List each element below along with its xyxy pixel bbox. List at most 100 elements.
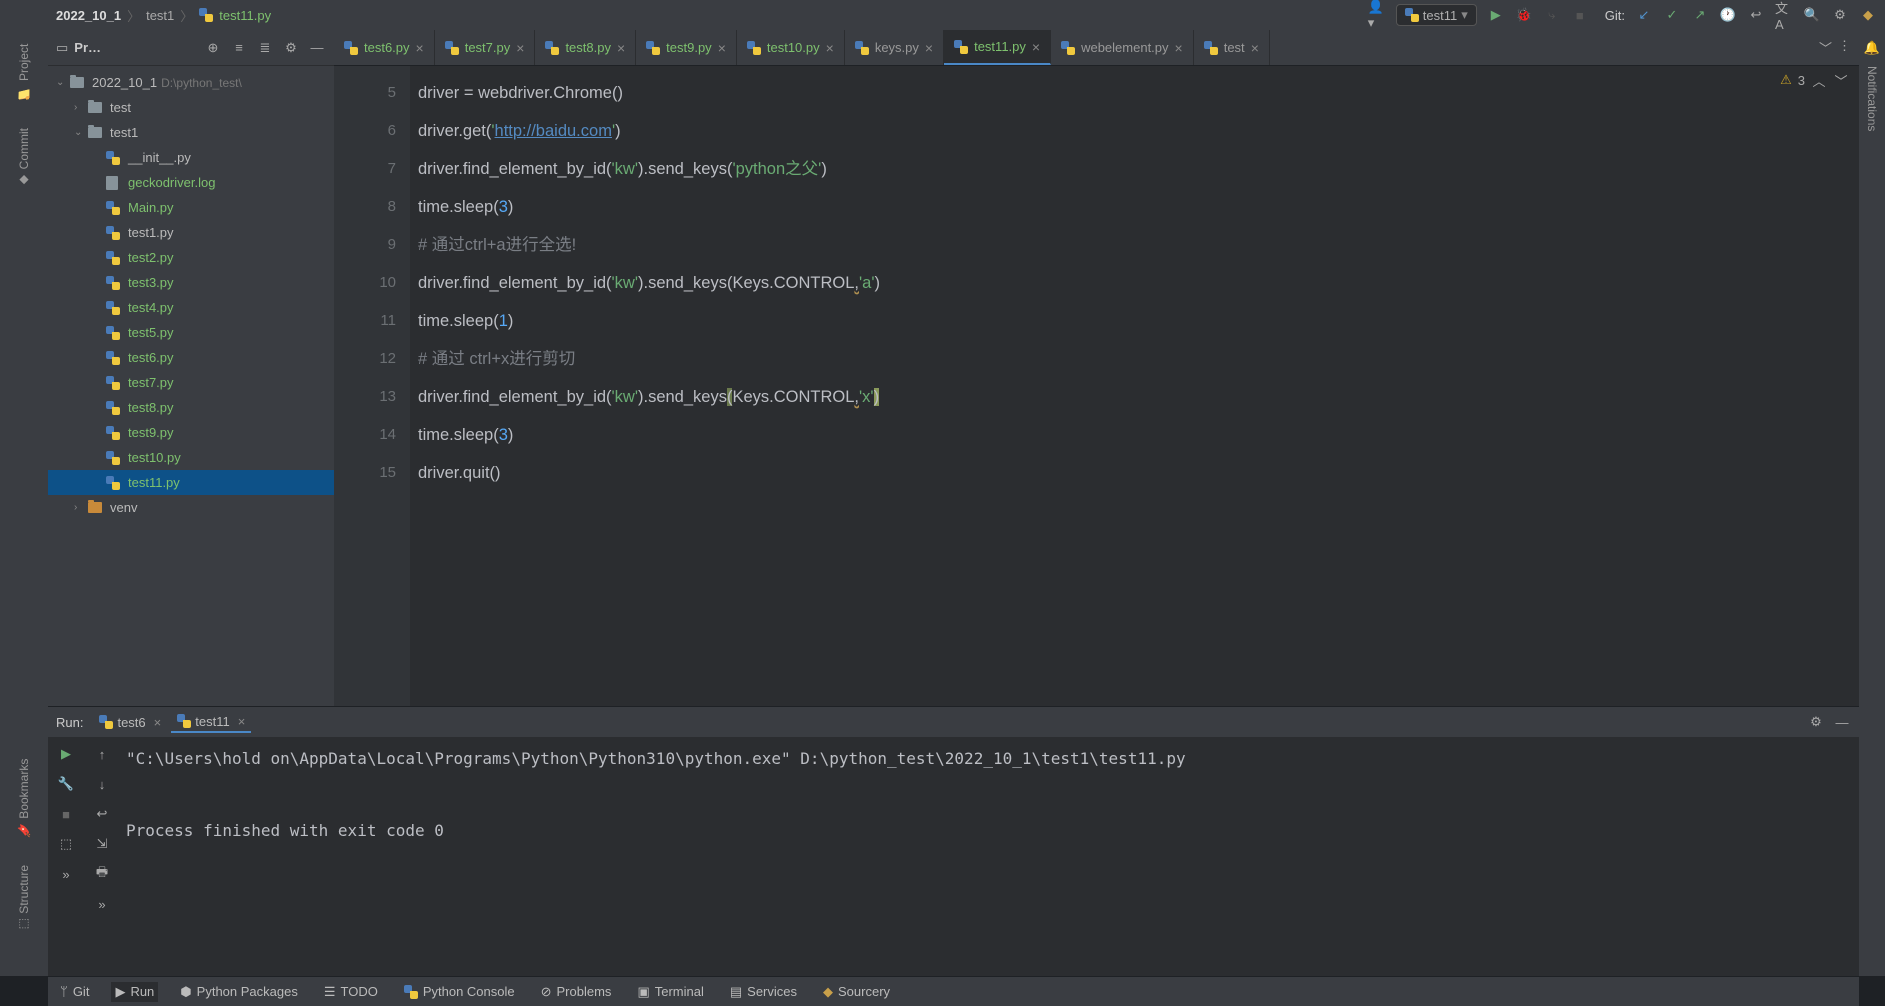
run-console-output[interactable]: "C:\Users\hold on\AppData\Local\Programs… xyxy=(120,737,1859,976)
notifications-rail-tab[interactable]: Notifications xyxy=(1861,62,1883,135)
run-icon[interactable]: ▶ xyxy=(1487,6,1505,24)
python-packages-button[interactable]: ⬢Python Packages xyxy=(176,982,302,1002)
editor-tab[interactable]: test7.py × xyxy=(435,30,536,65)
problems-tool-button[interactable]: ⊘Problems xyxy=(537,982,616,1002)
close-tab-icon[interactable]: × xyxy=(718,40,726,56)
editor-tab[interactable]: test10.py × xyxy=(737,30,845,65)
close-tab-icon[interactable]: × xyxy=(516,40,524,56)
editor-inspection-indicators[interactable]: ⚠ 3 ︿ ﹀ xyxy=(1780,72,1849,88)
tree-row[interactable]: › venv xyxy=(48,495,334,520)
git-tool-button[interactable]: ᛘGit xyxy=(56,982,93,1001)
editor-tab[interactable]: webelement.py × xyxy=(1051,30,1194,65)
expand-all-icon[interactable]: ≡ xyxy=(230,39,248,57)
tree-row[interactable]: › test xyxy=(48,95,334,120)
collapse-all-icon[interactable]: ≣ xyxy=(256,39,274,57)
run-config-selector[interactable]: test11 ▾ xyxy=(1396,4,1477,26)
run-settings-icon[interactable]: ⚙ xyxy=(1807,713,1825,731)
wrench-icon[interactable]: 🔧 xyxy=(57,775,75,793)
project-tree[interactable]: ⌄ 2022_10_1 D:\python_test\ › test ⌄ tes… xyxy=(48,66,334,706)
tree-row[interactable]: test11.py xyxy=(48,470,334,495)
notifications-bell-icon[interactable]: 🔔 xyxy=(1864,40,1880,56)
close-tab-icon[interactable]: × xyxy=(1175,40,1183,56)
tree-row[interactable]: ⌄ test1 xyxy=(48,120,334,145)
tree-row[interactable]: test7.py xyxy=(48,370,334,395)
structure-rail-tab[interactable]: ⬚ Structure xyxy=(13,861,35,936)
services-tool-button[interactable]: ▤Services xyxy=(726,982,801,1002)
more-icon[interactable]: » xyxy=(57,865,75,883)
editor-tab[interactable]: test × xyxy=(1194,30,1270,65)
tree-row[interactable]: test4.py xyxy=(48,295,334,320)
translate-icon[interactable]: 文A xyxy=(1775,6,1793,24)
sourcery-icon[interactable]: ◆ xyxy=(1859,6,1877,24)
search-icon[interactable]: 🔍 xyxy=(1803,6,1821,24)
down-stack-icon[interactable]: ↓ xyxy=(93,775,111,793)
project-rail-tab[interactable]: 📁 Project xyxy=(13,40,35,104)
tree-row[interactable]: test5.py xyxy=(48,320,334,345)
tree-row[interactable]: test9.py xyxy=(48,420,334,445)
up-stack-icon[interactable]: ↑ xyxy=(93,745,111,763)
tree-row[interactable]: geckodriver.log xyxy=(48,170,334,195)
close-tab-icon[interactable]: × xyxy=(617,40,625,56)
editor-body[interactable]: 56789101112131415 driver = webdriver.Chr… xyxy=(334,66,1859,706)
more2-icon[interactable]: » xyxy=(93,895,111,913)
close-tab-icon[interactable]: × xyxy=(1251,40,1259,56)
tree-row[interactable]: test3.py xyxy=(48,270,334,295)
terminal-tool-button[interactable]: ▣Terminal xyxy=(633,982,707,1002)
soft-wrap-icon[interactable]: ↩ xyxy=(93,805,111,823)
breadcrumb-file[interactable]: test11.py xyxy=(219,8,271,23)
debug-icon[interactable]: 🐞 xyxy=(1515,6,1533,24)
project-header-title[interactable]: Pr… xyxy=(74,40,101,55)
close-tab-icon[interactable]: × xyxy=(1032,39,1040,55)
tree-row[interactable]: __init__.py xyxy=(48,145,334,170)
close-tab-icon[interactable]: × xyxy=(416,40,424,56)
editor-code[interactable]: driver = webdriver.Chrome()driver.get('h… xyxy=(410,66,1859,706)
scroll-end-icon[interactable]: ⇲ xyxy=(93,835,111,853)
hide-icon[interactable]: — xyxy=(308,39,326,57)
bookmarks-rail-tab[interactable]: 🔖 Bookmarks xyxy=(13,755,35,842)
run-tool-button[interactable]: ▶Run xyxy=(111,982,158,1002)
run-tab[interactable]: test6× xyxy=(93,712,167,733)
editor-tab[interactable]: keys.py × xyxy=(845,30,944,65)
tabs-more-icon[interactable]: ⋮ xyxy=(1838,38,1851,57)
tree-row[interactable]: test10.py xyxy=(48,445,334,470)
breadcrumb[interactable]: 2022_10_1 〉 test1 〉 test11.py xyxy=(56,6,271,25)
history-icon[interactable]: 🕐 xyxy=(1719,6,1737,24)
todo-tool-button[interactable]: ☰TODO xyxy=(320,982,382,1002)
sourcery-tool-button[interactable]: ◆Sourcery xyxy=(819,982,894,1002)
run-hide-icon[interactable]: — xyxy=(1833,713,1851,731)
breadcrumb-folder[interactable]: test1 xyxy=(146,8,174,23)
settings-icon[interactable]: ⚙ xyxy=(1831,6,1849,24)
close-tab-icon[interactable]: × xyxy=(925,40,933,56)
close-run-tab-icon[interactable]: × xyxy=(154,715,162,730)
close-run-tab-icon[interactable]: × xyxy=(238,714,246,729)
editor-tab[interactable]: test9.py × xyxy=(636,30,737,65)
rollback-icon[interactable]: ↩ xyxy=(1747,6,1765,24)
settings-gear-icon[interactable]: ⚙ xyxy=(282,39,300,57)
run-tab[interactable]: test11× xyxy=(171,712,251,733)
next-highlight-icon[interactable]: ﹀ xyxy=(1833,72,1849,88)
tree-row[interactable]: ⌄ 2022_10_1 D:\python_test\ xyxy=(48,70,334,95)
editor-tab[interactable]: test11.py × xyxy=(944,30,1051,65)
layout-icon[interactable]: ⬚ xyxy=(57,835,75,853)
prev-highlight-icon[interactable]: ︿ xyxy=(1811,72,1827,88)
close-tab-icon[interactable]: × xyxy=(826,40,834,56)
git-commit-icon[interactable]: ✓ xyxy=(1663,6,1681,24)
tree-row[interactable]: test2.py xyxy=(48,245,334,270)
warning-icon[interactable]: ⚠ xyxy=(1780,72,1792,88)
editor-tab[interactable]: test8.py × xyxy=(535,30,636,65)
editor-tab[interactable]: test6.py × xyxy=(334,30,435,65)
tree-row[interactable]: test6.py xyxy=(48,345,334,370)
breadcrumb-root[interactable]: 2022_10_1 xyxy=(56,8,121,23)
rerun-icon[interactable]: ▶ xyxy=(57,745,75,763)
commit-rail-tab[interactable]: ◆ Commit xyxy=(13,124,35,191)
tree-row[interactable]: test1.py xyxy=(48,220,334,245)
scroll-tabs-icon[interactable]: ﹀ xyxy=(1819,38,1832,57)
python-console-button[interactable]: Python Console xyxy=(400,982,519,1001)
user-icon[interactable]: 👤▾ xyxy=(1368,6,1386,24)
select-open-file-icon[interactable]: ⊕ xyxy=(204,39,222,57)
tree-row[interactable]: Main.py xyxy=(48,195,334,220)
git-pull-icon[interactable]: ↙ xyxy=(1635,6,1653,24)
print-icon[interactable]: 🖶 xyxy=(93,865,111,883)
git-push-icon[interactable]: ↗ xyxy=(1691,6,1709,24)
tree-row[interactable]: test8.py xyxy=(48,395,334,420)
